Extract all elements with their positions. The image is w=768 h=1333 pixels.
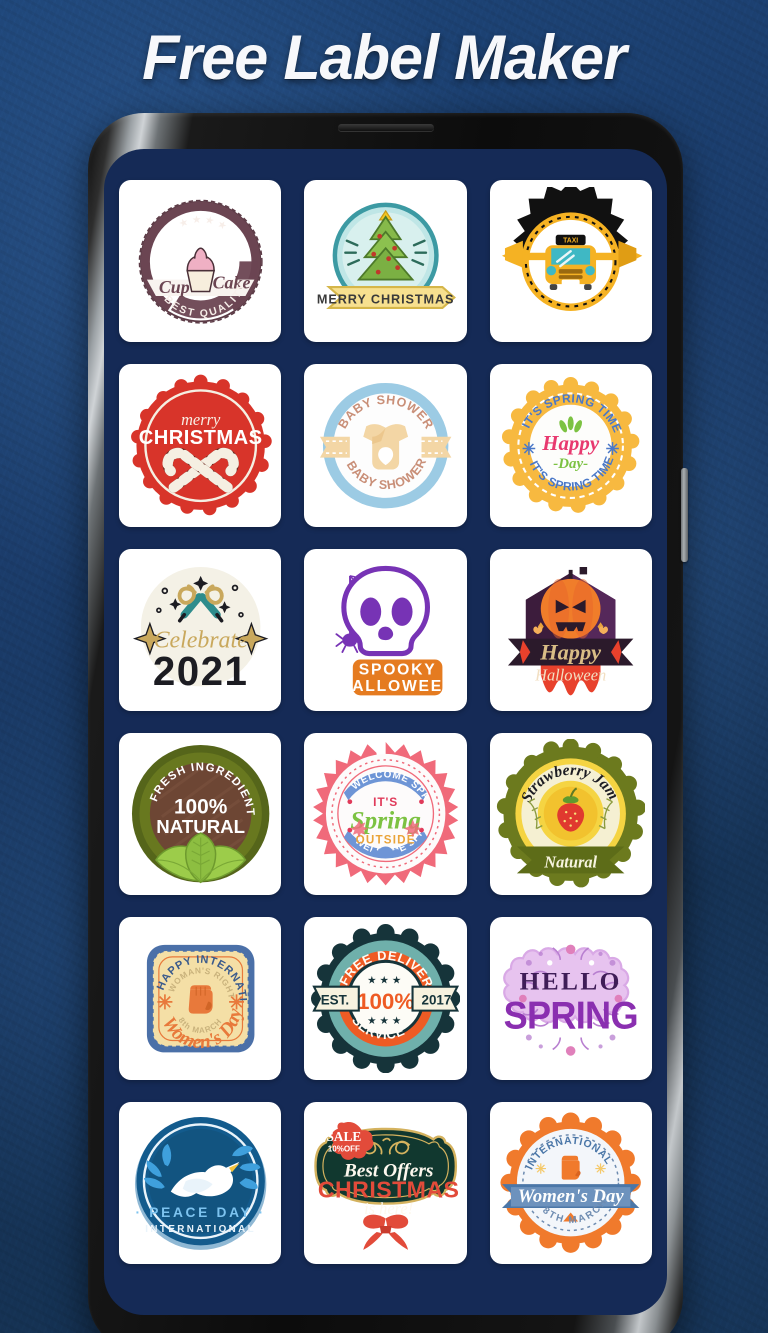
svg-text:★★★: ★★★ [367,1016,404,1027]
svg-text:✳: ✳ [595,1162,606,1177]
svg-text:merry: merry [181,410,221,429]
svg-text:Happy: Happy [539,640,601,665]
label-card-hello-spring[interactable]: HELLO SPRING [489,917,652,1080]
svg-text:✳: ✳ [606,440,620,458]
phone-mockup: ★★★★ Cup Cake BEST QUALITY MERRY CHRISTM… [88,113,688,1333]
phone-screen: ★★★★ Cup Cake BEST QUALITY MERRY CHRISTM… [104,149,667,1315]
label-template-grid: ★★★★ Cup Cake BEST QUALITY MERRY CHRISTM… [119,180,652,1264]
svg-text:Cup: Cup [158,277,189,297]
svg-text:TAXI: TAXI [563,237,578,244]
svg-text:Happy: Happy [541,431,600,455]
svg-text:★★★: ★★★ [367,976,404,987]
label-card-its-spring-outside[interactable]: WELCOME SPRING WELCOME SPRING IT'S Sprin… [304,732,467,896]
label-card-taxi[interactable]: TAXI [489,180,652,343]
label-card-free-delivery[interactable]: FREE DELIVERY SERVICE ★★★ ★★★ 100% EST. … [304,917,467,1080]
label-card-strawberry-jam[interactable]: Strawberry Jam Natural [489,732,652,896]
svg-text:· PEACE DAY ·: · PEACE DAY · [135,1205,265,1220]
svg-text:Natural: Natural [543,853,597,872]
label-card-christmas-best-offers[interactable]: SALE 10%OFF Best Offers CHRISTMAS is her… [304,1101,467,1264]
svg-text:SPRING: SPRING [504,993,638,1036]
label-card-baby-shower[interactable]: BABY SHOWER BABY SHOWER [304,364,467,527]
label-card-happy-halloween[interactable]: Happy Halloween [489,548,652,711]
svg-text:MERRY CHRISTMAS: MERRY CHRISTMAS [317,292,455,306]
label-card-merry-christmas-candy[interactable]: merry CHRISTMAS [119,364,282,527]
svg-text:★★★★: ★★★★ [177,214,231,234]
svg-text:SALE: SALE [326,1129,361,1144]
svg-text:✳: ✳ [156,992,172,1014]
svg-text:10%OFF: 10%OFF [328,1144,360,1153]
page-title: Free Label Maker [142,23,627,93]
label-card-happy-day[interactable]: IT'S SPRING TIME IT'S SPRING TIME Happy … [489,364,652,527]
label-card-celebrate-2021[interactable]: Celebrate 2021 [119,548,282,711]
label-card-cupcake[interactable]: ★★★★ Cup Cake BEST QUALITY [119,180,282,343]
svg-text:HALLOWEEN: HALLOWEEN [339,678,456,695]
speaker-slot-icon [337,124,434,131]
svg-text:100%: 100% [357,989,414,1014]
label-card-100-natural[interactable]: FRESH INGREDIENTS 100% NATURAL [119,732,282,896]
svg-text:✳: ✳ [522,440,536,458]
label-card-international-womens-day[interactable]: INTERNATIONAL ✳ ✳ Women's Day · 8TH MARCH [489,1101,652,1264]
power-button[interactable] [681,468,688,562]
svg-text:CHRISTMAS: CHRISTMAS [138,427,262,449]
svg-text:HELLO: HELLO [520,968,622,996]
label-card-spooky-halloween[interactable]: SPOOKY HALLOWEEN [304,548,467,711]
label-card-merry-christmas-tree[interactable]: MERRY CHRISTMAS [304,180,467,343]
label-card-peace-day[interactable]: · PEACE DAY · INTERNATIONAL [119,1101,282,1264]
svg-text:2017: 2017 [421,992,451,1007]
svg-text:2021: 2021 [152,649,248,694]
label-card-womens-day-fist[interactable]: HAPPY INTERNATIONAL WOMAN'S RIGHT ✳✳ [119,917,282,1080]
svg-text:-Day-: -Day- [553,456,588,472]
svg-text:OUTSIDE: OUTSIDE [355,834,415,847]
svg-text:Halloween: Halloween [534,666,606,685]
svg-text:SPOOKY: SPOOKY [359,662,437,679]
svg-text:EST.: EST. [321,992,349,1007]
svg-text:✳: ✳ [535,1162,546,1177]
svg-text:INTERNATIONAL: INTERNATIONAL [145,1224,256,1235]
